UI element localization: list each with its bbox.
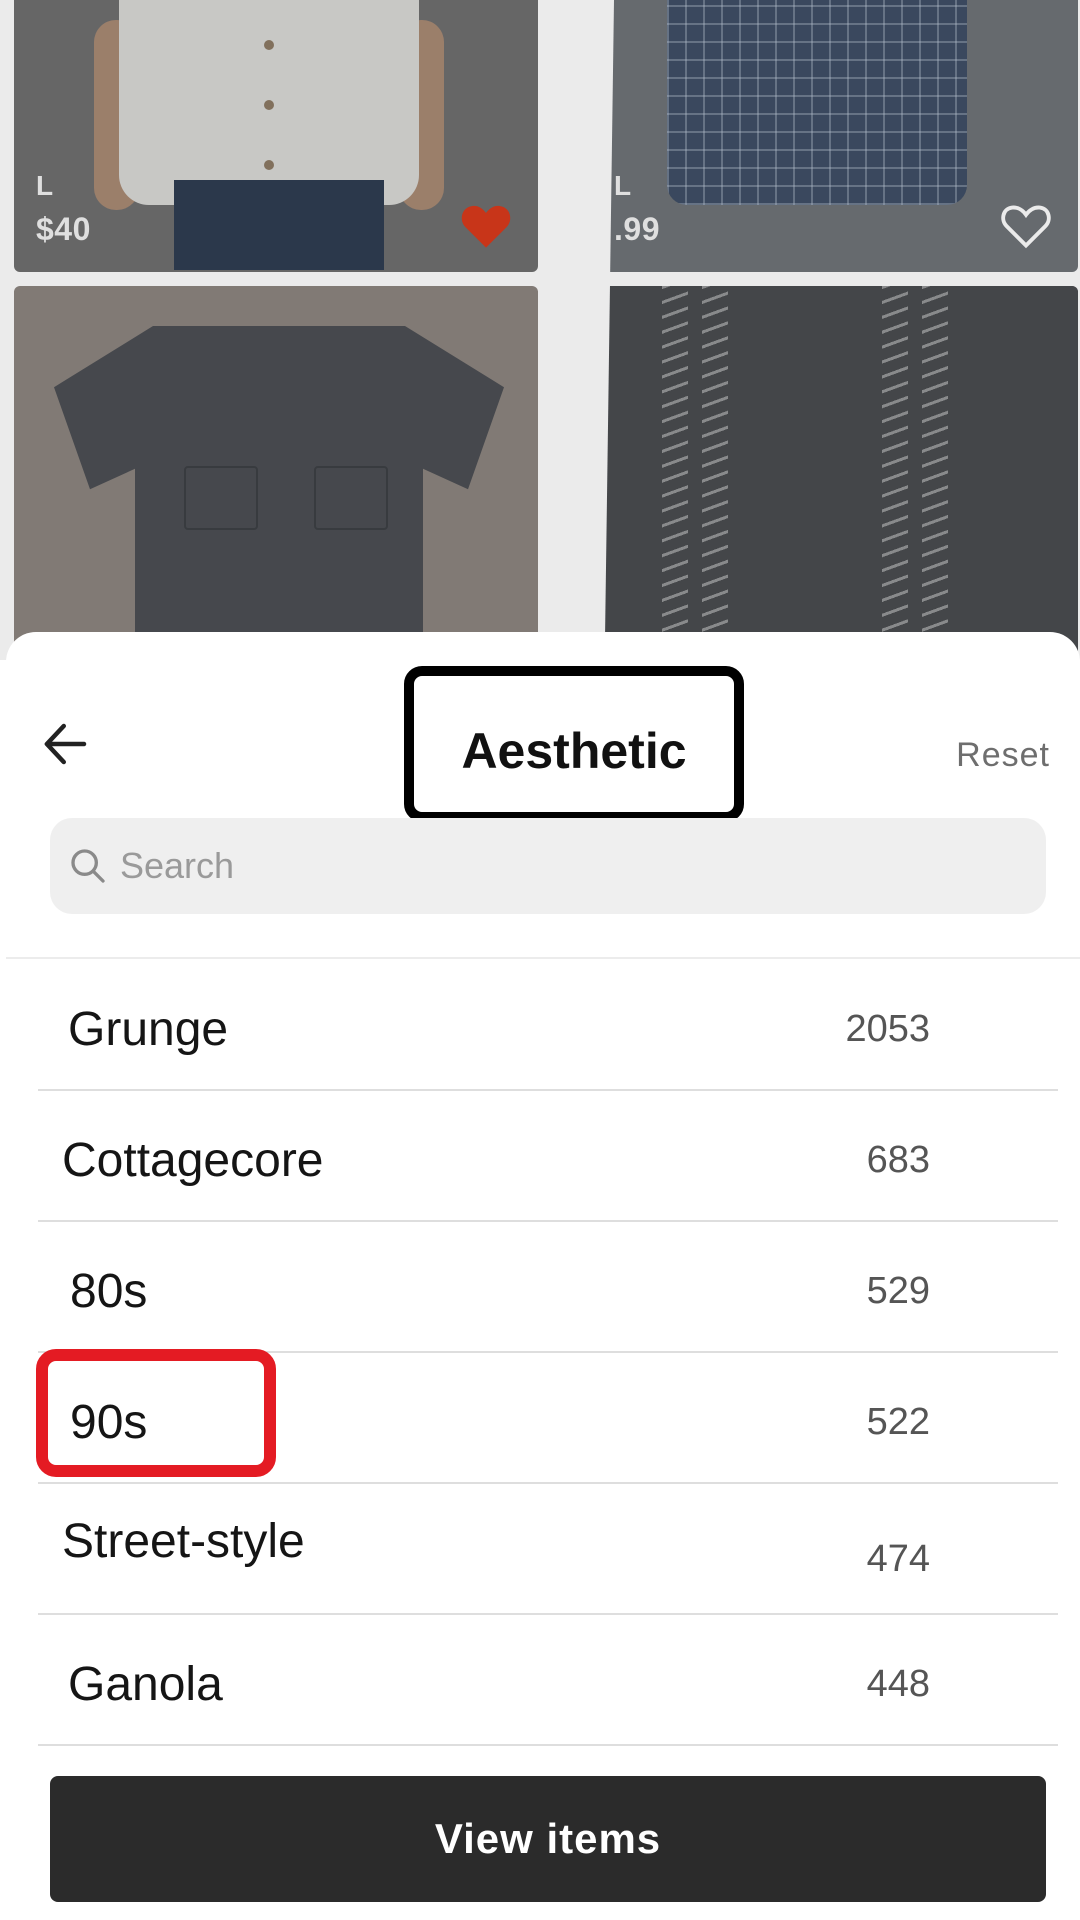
list-item-count: 2053 [845, 1008, 930, 1050]
product-grid: L $40 L .99 [0, 0, 1080, 666]
grid-overlay [0, 0, 1080, 660]
list-item-label: Street-style [62, 1515, 305, 1568]
list-item[interactable]: Street-style 474 [38, 1484, 1058, 1615]
reset-button[interactable]: Reset [956, 736, 1050, 775]
search-icon [71, 849, 105, 883]
list-item-selected[interactable]: 90s 522 [36, 1349, 1058, 1484]
filter-sheet: Aesthetic Reset Grunge 2053 Cottagecore … [6, 632, 1080, 1920]
list-item-label: Grunge [68, 1003, 229, 1056]
list-item-label: 90s [70, 1396, 148, 1449]
list-item[interactable]: Cottagecore 683 [38, 1091, 1058, 1222]
aesthetic-list: Grunge 2053 Cottagecore 683 80s 529 90s … [36, 960, 1058, 1746]
arrow-left-icon [44, 723, 87, 765]
title-annotation-box: Aesthetic [404, 666, 744, 822]
search-bar[interactable] [50, 818, 1046, 914]
list-item-label: 80s [70, 1265, 148, 1318]
list-item[interactable]: Ganola 448 [38, 1615, 1058, 1746]
search-input[interactable] [118, 844, 1022, 888]
list-item-label: Cottagecore [62, 1134, 324, 1187]
list-item-count: 529 [866, 1270, 930, 1312]
list-item-count: 522 [866, 1401, 930, 1443]
list-item-count: 474 [866, 1538, 930, 1580]
list-item[interactable]: 80s 529 [38, 1222, 1058, 1353]
list-item-count: 683 [866, 1139, 930, 1181]
sheet-title: Aesthetic [461, 723, 687, 779]
divider [6, 957, 1080, 959]
list-item[interactable]: Grunge 2053 [38, 960, 1058, 1091]
list-item-count: 448 [866, 1663, 930, 1705]
view-items-button[interactable]: View items [50, 1776, 1046, 1902]
back-button[interactable] [36, 714, 96, 774]
list-item-label: Ganola [68, 1658, 223, 1711]
